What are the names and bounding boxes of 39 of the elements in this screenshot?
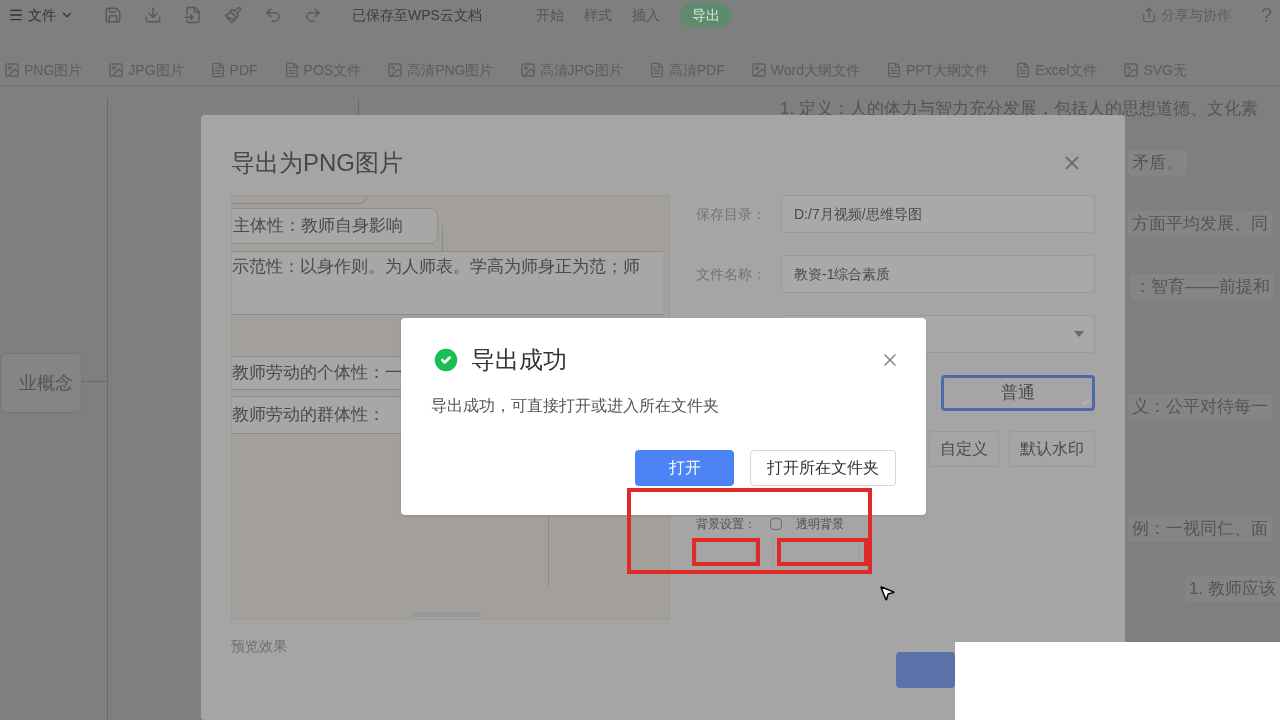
- quality-option[interactable]: 普通: [941, 375, 1095, 411]
- checkbox[interactable]: [770, 518, 782, 530]
- image-icon: [1123, 62, 1140, 78]
- menu-icon: [8, 7, 24, 23]
- help-button[interactable]: ?: [1260, 0, 1272, 30]
- document-icon: [209, 62, 226, 78]
- file-menu[interactable]: 文件: [8, 4, 74, 26]
- text-field[interactable]: 教资-1综合素质: [781, 255, 1095, 293]
- image-icon: [108, 62, 125, 78]
- dialog-title: 导出为PNG图片: [231, 148, 403, 178]
- caret-icon: [1074, 331, 1084, 337]
- image-icon: [519, 62, 536, 78]
- document-icon: [283, 62, 300, 78]
- image-icon: [4, 62, 20, 78]
- save-status: 已保存至WPS云文档: [352, 5, 482, 25]
- check-icon: [1081, 397, 1091, 407]
- watermark-button[interactable]: 自定义: [929, 431, 999, 467]
- color-swatch[interactable]: [772, 539, 860, 565]
- toolbar-tab[interactable]: 导出: [679, 2, 732, 28]
- open-button[interactable]: 打开: [635, 450, 734, 486]
- image-icon: [387, 62, 404, 78]
- watermark-button[interactable]: 默认水印: [1009, 431, 1095, 467]
- document-icon: [885, 62, 902, 78]
- open-folder-button[interactable]: 打开所在文件夹: [750, 450, 896, 486]
- image-icon: [750, 62, 767, 78]
- dialog-message: 导出成功，可直接打开或进入所在文件夹: [431, 396, 720, 416]
- preview-node: 主体性：教师自身影响: [232, 208, 438, 244]
- document-icon: [1015, 62, 1032, 78]
- checkbox-label: 透明背景: [796, 516, 844, 533]
- dialog-title: 导出成功: [471, 345, 567, 375]
- node-text: 示范性：以身作则。为人师表。学高为师身正为范；师: [232, 256, 640, 278]
- share-icon: [1140, 7, 1157, 23]
- text-field[interactable]: D:/7月视频/思维导图: [781, 195, 1095, 233]
- document-icon: [648, 62, 665, 78]
- field-label: 背景设置：: [696, 516, 756, 533]
- cursor-icon: [878, 584, 896, 602]
- success-icon: [431, 345, 461, 375]
- export-button[interactable]: [896, 652, 955, 688]
- color-swatch[interactable]: [696, 539, 756, 565]
